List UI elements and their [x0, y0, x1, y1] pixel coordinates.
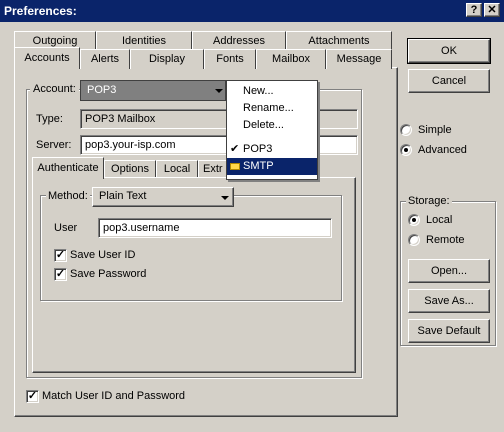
menu-item-rename[interactable]: Rename...	[227, 100, 317, 117]
title-bar: Preferences:	[0, 0, 504, 22]
chevron-down-icon	[221, 196, 229, 200]
tab-message[interactable]: Message	[326, 49, 392, 69]
close-button[interactable]: ✕	[484, 3, 500, 17]
save-password-label: Save Password	[70, 268, 147, 280]
tab-mailbox[interactable]: Mailbox	[256, 49, 326, 69]
menu-item-smtp[interactable]: SMTP	[227, 158, 317, 175]
simple-label: Simple	[418, 124, 452, 136]
tab-identities[interactable]: Identities	[96, 31, 192, 51]
account-label: Account:	[30, 83, 79, 95]
remote-radio[interactable]	[408, 234, 420, 246]
subtab-authenticate[interactable]: Authenticate	[32, 157, 104, 179]
save-password-checkbox[interactable]: ✓	[54, 268, 67, 281]
checkmark-icon: ✔	[230, 143, 240, 155]
subtab-extra[interactable]: Extr	[198, 160, 228, 178]
user-label: User	[54, 222, 78, 234]
local-label: Local	[426, 214, 453, 226]
method-group	[40, 195, 342, 301]
subtab-options[interactable]: Options	[104, 160, 156, 178]
account-select[interactable]: POP3	[80, 80, 226, 101]
menu-item-delete[interactable]: Delete...	[227, 117, 317, 134]
server-label: Server:	[36, 139, 72, 151]
menu-item-smtp-label: SMTP	[243, 160, 274, 172]
tab-alerts[interactable]: Alerts	[80, 49, 130, 69]
type-label: Type:	[36, 113, 63, 125]
subtab-local[interactable]: Local	[156, 160, 198, 178]
tab-display[interactable]: Display	[130, 49, 204, 69]
account-dropdown-menu: New... Rename... Delete... ✔ POP3 SMTP	[226, 80, 318, 180]
tab-fonts[interactable]: Fonts	[204, 49, 256, 69]
advanced-radio[interactable]	[400, 144, 412, 156]
ok-button[interactable]: OK	[407, 38, 491, 64]
help-button[interactable]: ?	[466, 3, 482, 17]
tab-addresses[interactable]: Addresses	[192, 31, 286, 51]
save-as-button[interactable]: Save As...	[408, 289, 490, 313]
remote-label: Remote	[426, 234, 465, 246]
menu-item-new[interactable]: New...	[227, 83, 317, 100]
simple-radio[interactable]	[400, 124, 412, 136]
menu-divider	[229, 137, 315, 138]
chevron-down-icon	[215, 89, 223, 93]
save-user-id-checkbox[interactable]: ✓	[54, 249, 67, 262]
save-user-id-label: Save User ID	[70, 249, 136, 261]
cancel-button[interactable]: Cancel	[408, 69, 490, 93]
match-checkbox[interactable]: ✓	[26, 390, 39, 403]
folder-icon	[230, 163, 240, 170]
menu-item-pop3[interactable]: ✔ POP3	[227, 141, 317, 158]
tab-attachments[interactable]: Attachments	[286, 31, 392, 51]
open-button[interactable]: Open...	[408, 259, 490, 283]
account-select-value: POP3	[87, 84, 117, 96]
method-label: Method:	[46, 190, 90, 202]
menu-item-pop3-label: POP3	[243, 143, 273, 155]
window-title: Preferences:	[4, 4, 77, 18]
user-input[interactable]: pop3.username	[98, 218, 332, 238]
tab-accounts[interactable]: Accounts	[14, 47, 80, 69]
advanced-label: Advanced	[418, 144, 467, 156]
save-default-button[interactable]: Save Default	[408, 319, 490, 343]
storage-label: Storage:	[406, 195, 452, 207]
method-select[interactable]: Plain Text	[92, 187, 234, 207]
match-label: Match User ID and Password	[42, 390, 186, 402]
method-select-value: Plain Text	[99, 190, 147, 202]
local-radio[interactable]	[408, 214, 420, 226]
